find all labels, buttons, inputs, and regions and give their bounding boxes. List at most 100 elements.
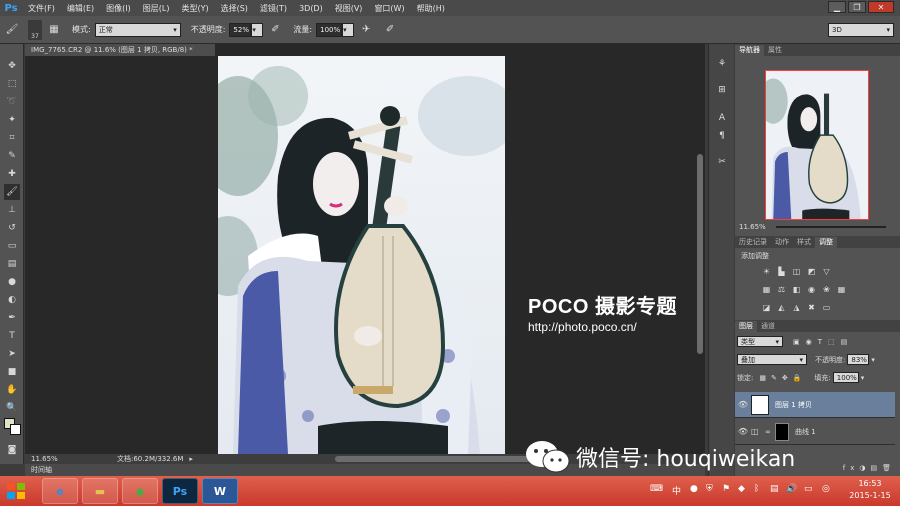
flag-icon[interactable]: ⚑ bbox=[722, 484, 730, 494]
healing-brush-tool-icon[interactable]: ✚ bbox=[4, 166, 20, 182]
tab-layers[interactable]: 图层 bbox=[735, 321, 757, 332]
move-tool-icon[interactable]: ✥ bbox=[4, 58, 20, 74]
channel-mixer-icon[interactable]: ❀ bbox=[821, 284, 832, 295]
brightness-icon[interactable]: ☀ bbox=[761, 266, 772, 277]
gradient-tool-icon[interactable]: ▤ bbox=[4, 256, 20, 272]
paragraph-panel-icon[interactable]: ¶ bbox=[714, 128, 730, 144]
workspace-select[interactable]: 3D ▾ bbox=[828, 22, 894, 37]
shape-tool-icon[interactable]: ■ bbox=[4, 364, 20, 380]
mode-select[interactable]: 正常 ▾ bbox=[94, 22, 181, 37]
zoom-tool-icon[interactable]: 🔍 bbox=[4, 400, 20, 416]
layer-opacity-input[interactable]: 83% bbox=[847, 354, 870, 365]
tab-channels[interactable]: 通道 bbox=[757, 321, 779, 332]
posterize-icon[interactable]: ◭ bbox=[776, 302, 787, 313]
lasso-tool-icon[interactable]: ➰ bbox=[4, 94, 20, 110]
dodge-tool-icon[interactable]: ◐ bbox=[4, 292, 20, 308]
input-method-icon[interactable]: 中 bbox=[672, 484, 681, 497]
qq-icon[interactable]: ● bbox=[690, 484, 698, 494]
menu-filter[interactable]: 滤镜(T) bbox=[254, 3, 293, 14]
background-color-swatch[interactable] bbox=[10, 424, 21, 435]
airbrush-icon[interactable]: ✈ bbox=[358, 22, 374, 38]
tab-adjustments[interactable]: 调整 bbox=[815, 237, 837, 248]
quick-select-tool-icon[interactable]: ✦ bbox=[4, 112, 20, 128]
restore-button[interactable]: ❐ bbox=[848, 1, 866, 13]
vertical-scrollbar[interactable] bbox=[697, 154, 703, 354]
eye-icon[interactable]: 👁 bbox=[735, 400, 751, 409]
flow-dropdown[interactable]: ▾ bbox=[342, 22, 355, 37]
exposure-icon[interactable]: ◩ bbox=[806, 266, 817, 277]
menu-file[interactable]: 文件(F) bbox=[22, 3, 61, 14]
layer-filter-icons[interactable]: ▣◉T⬚▤ bbox=[793, 338, 853, 346]
volume-icon[interactable]: 🔊 bbox=[786, 484, 797, 494]
curves-icon[interactable]: ◫ bbox=[791, 266, 802, 277]
brush-tool-icon[interactable]: 🖌 bbox=[4, 184, 20, 200]
antivirus-icon[interactable]: ◎ bbox=[822, 484, 830, 494]
windows-start-icon[interactable] bbox=[6, 482, 26, 500]
menu-3d[interactable]: 3D(D) bbox=[293, 4, 329, 13]
brush-panel-icon[interactable]: ▦ bbox=[46, 22, 62, 38]
crop-tool-icon[interactable]: ⌗ bbox=[4, 130, 20, 146]
blur-tool-icon[interactable]: ● bbox=[4, 274, 20, 290]
quick-mask-icon[interactable]: ◙ bbox=[4, 442, 20, 458]
tool-presets-icon[interactable]: ⚘ bbox=[714, 56, 730, 72]
history-brush-tool-icon[interactable]: ↺ bbox=[4, 220, 20, 236]
link-icon[interactable]: ∞ bbox=[765, 428, 773, 436]
tab-styles[interactable]: 样式 bbox=[793, 237, 815, 248]
minimize-button[interactable]: ▁ bbox=[828, 1, 846, 13]
vibrance-icon[interactable]: ▽ bbox=[821, 266, 832, 277]
navigator-zoom[interactable]: 11.65% bbox=[739, 223, 766, 231]
chevron-down-icon[interactable]: ▾ bbox=[861, 374, 865, 382]
eyedropper-tool-icon[interactable]: ✎ bbox=[4, 148, 20, 164]
pressure-opacity-icon[interactable]: ✐ bbox=[267, 22, 283, 38]
path-select-tool-icon[interactable]: ➤ bbox=[4, 346, 20, 362]
clone-stamp-tool-icon[interactable]: ⊥ bbox=[4, 202, 20, 218]
levels-icon[interactable]: ▙ bbox=[776, 266, 787, 277]
pressure-size-icon[interactable]: ✐ bbox=[382, 22, 398, 38]
opacity-input[interactable]: 52% bbox=[229, 22, 252, 37]
tab-properties[interactable]: 属性 bbox=[764, 45, 786, 56]
status-menu-icon[interactable]: ▸ bbox=[189, 455, 193, 463]
character-panel-icon[interactable]: A bbox=[714, 110, 730, 126]
layer-filter-select[interactable]: 类型 ▾ bbox=[737, 336, 783, 347]
bluetooth-icon[interactable]: ᛒ bbox=[754, 484, 759, 494]
system-clock[interactable]: 16:53 2015-1-15 bbox=[848, 478, 892, 502]
flow-input[interactable]: 100% bbox=[316, 22, 343, 37]
browser-360-icon[interactable]: ◉ bbox=[122, 478, 158, 504]
clone-source-icon[interactable]: ✂ bbox=[714, 154, 730, 170]
selective-color-icon[interactable]: ✖ bbox=[806, 302, 817, 313]
menu-help[interactable]: 帮助(H) bbox=[411, 3, 451, 14]
menu-layer[interactable]: 图层(L) bbox=[137, 3, 176, 14]
menu-type[interactable]: 类型(Y) bbox=[175, 3, 214, 14]
close-button[interactable]: ✕ bbox=[868, 1, 894, 13]
gradient-map-icon[interactable]: ▭ bbox=[821, 302, 832, 313]
color-balance-icon[interactable]: ⚖ bbox=[776, 284, 787, 295]
layer-row[interactable]: 👁 图层 1 拷贝 bbox=[735, 392, 895, 418]
blend-mode-select[interactable]: 叠加 ▾ bbox=[737, 354, 807, 365]
battery-icon[interactable]: ▭ bbox=[804, 484, 813, 494]
pen-tool-icon[interactable]: ✒ bbox=[4, 310, 20, 326]
marquee-tool-icon[interactable]: ⬚ bbox=[4, 76, 20, 92]
tray-app-icon[interactable]: ◆ bbox=[738, 484, 745, 494]
photo-filter-icon[interactable]: ◉ bbox=[806, 284, 817, 295]
black-white-icon[interactable]: ◧ bbox=[791, 284, 802, 295]
tab-actions[interactable]: 动作 bbox=[771, 237, 793, 248]
menu-view[interactable]: 视图(V) bbox=[329, 3, 369, 14]
zoom-level[interactable]: 11.65% bbox=[31, 455, 91, 463]
menu-select[interactable]: 选择(S) bbox=[215, 3, 254, 14]
word-taskbar-button[interactable]: W bbox=[202, 478, 238, 504]
type-tool-icon[interactable]: T bbox=[4, 328, 20, 344]
shield-icon[interactable]: ⛨ bbox=[706, 484, 713, 494]
menu-image[interactable]: 图像(I) bbox=[100, 3, 137, 14]
threshold-icon[interactable]: ◮ bbox=[791, 302, 802, 313]
layer-comps-icon[interactable]: ⊞ bbox=[714, 82, 730, 98]
lock-icons[interactable]: ▦✎✥🔒 bbox=[759, 374, 806, 382]
brush-tool-icon[interactable]: 🖌 bbox=[4, 22, 20, 38]
photoshop-taskbar-button[interactable]: Ps bbox=[162, 478, 198, 504]
eye-icon[interactable]: 👁 bbox=[735, 427, 751, 436]
photo-canvas[interactable] bbox=[218, 56, 505, 454]
eraser-tool-icon[interactable]: ▭ bbox=[4, 238, 20, 254]
document-tab[interactable]: IMG_7765.CR2 @ 11.6% (图层 1 拷贝, RGB/8) * bbox=[25, 44, 215, 56]
opacity-dropdown[interactable]: ▾ bbox=[251, 22, 264, 37]
network-icon[interactable]: ▤ bbox=[770, 484, 779, 494]
tab-history[interactable]: 历史记录 bbox=[735, 237, 771, 248]
